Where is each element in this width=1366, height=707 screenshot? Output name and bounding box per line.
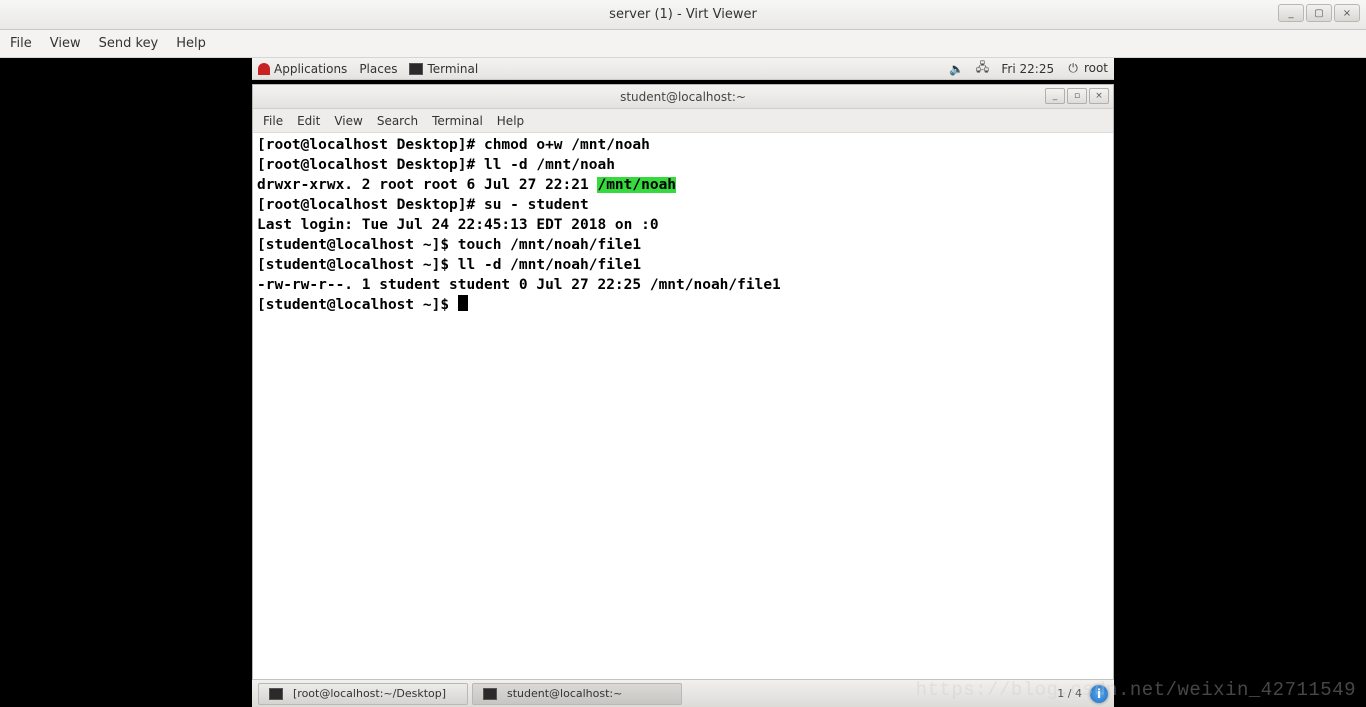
terminal-minimize-button[interactable]: _	[1045, 88, 1065, 104]
terminal-line: Last login: Tue Jul 24 22:45:13 EDT 2018…	[257, 217, 659, 233]
close-button[interactable]: ×	[1334, 4, 1360, 22]
terminal-menu-file[interactable]: File	[263, 114, 283, 128]
terminal-window-controls: _ ▫ ×	[1045, 88, 1109, 104]
virt-viewer-menubar: File View Send key Help	[0, 30, 1366, 58]
virt-viewer-titlebar: server (1) - Virt Viewer	[0, 0, 1366, 30]
network-icon[interactable]: 🖧	[975, 58, 989, 79]
terminal-menu-help[interactable]: Help	[497, 114, 524, 128]
terminal-menu-terminal[interactable]: Terminal	[432, 114, 483, 128]
power-icon: ⏻	[1066, 61, 1080, 76]
virt-viewer-title: server (1) - Virt Viewer	[609, 7, 757, 22]
gnome-taskbar: [root@localhost:~/Desktop] student@local…	[252, 679, 1114, 707]
terminal-output[interactable]: [root@localhost Desktop]# chmod o+w /mnt…	[253, 133, 1113, 693]
terminal-icon	[483, 688, 497, 700]
taskbar-item-label: [root@localhost:~/Desktop]	[293, 687, 446, 700]
guest-desktop: Applications Places Terminal 🔈 🖧 Fri 22:…	[252, 58, 1114, 707]
terminal-maximize-button[interactable]: ▫	[1067, 88, 1087, 104]
active-app-indicator[interactable]: Terminal	[409, 62, 478, 76]
terminal-titlebar[interactable]: student@localhost:~ _ ▫ ×	[253, 85, 1113, 109]
terminal-prompt: [student@localhost ~]$	[257, 297, 458, 313]
terminal-icon	[269, 688, 283, 700]
taskbar-item-student-terminal[interactable]: student@localhost:~	[472, 683, 682, 705]
menu-send-key[interactable]: Send key	[99, 36, 159, 51]
terminal-menubar: File Edit View Search Terminal Help	[253, 109, 1113, 133]
redhat-icon	[258, 63, 270, 75]
terminal-title: student@localhost:~	[620, 90, 746, 104]
taskbar-item-label: student@localhost:~	[507, 687, 622, 700]
highlighted-path: /mnt/noah	[597, 177, 676, 193]
terminal-line: [student@localhost ~]$ touch /mnt/noah/f…	[257, 237, 641, 253]
terminal-line: [student@localhost ~]$ ll -d /mnt/noah/f…	[257, 257, 641, 273]
menu-view[interactable]: View	[50, 36, 81, 51]
info-icon[interactable]: i	[1090, 685, 1108, 703]
workspace-label: 1 / 4	[1057, 687, 1082, 700]
terminal-line: [root@localhost Desktop]# chmod o+w /mnt…	[257, 137, 650, 153]
cursor-icon	[458, 295, 468, 311]
terminal-close-button[interactable]: ×	[1089, 88, 1109, 104]
menu-file[interactable]: File	[10, 36, 32, 51]
workspace-switcher[interactable]: 1 / 4 i	[1057, 685, 1108, 703]
taskbar-item-root-terminal[interactable]: [root@localhost:~/Desktop]	[258, 683, 468, 705]
terminal-window: student@localhost:~ _ ▫ × File Edit View…	[252, 84, 1114, 694]
terminal-line: [root@localhost Desktop]# ll -d /mnt/noa…	[257, 157, 615, 173]
terminal-menu-view[interactable]: View	[334, 114, 362, 128]
virt-viewer-window-controls: _ ▢ ×	[1278, 4, 1360, 22]
gnome-topbar: Applications Places Terminal 🔈 🖧 Fri 22:…	[252, 58, 1114, 80]
volume-icon[interactable]: 🔈	[949, 62, 963, 76]
terminal-menu-search[interactable]: Search	[377, 114, 418, 128]
terminal-line: drwxr-xrwx. 2 root root 6 Jul 27 22:21	[257, 177, 597, 193]
terminal-menu-edit[interactable]: Edit	[297, 114, 320, 128]
minimize-button[interactable]: _	[1278, 4, 1304, 22]
terminal-line: -rw-rw-r--. 1 student student 0 Jul 27 2…	[257, 277, 781, 293]
clock[interactable]: Fri 22:25	[1001, 62, 1054, 76]
maximize-button[interactable]: ▢	[1306, 4, 1332, 22]
terminal-icon	[409, 63, 423, 75]
menu-help[interactable]: Help	[176, 36, 206, 51]
applications-menu[interactable]: Applications	[258, 62, 347, 76]
places-menu[interactable]: Places	[359, 62, 397, 76]
terminal-line: [root@localhost Desktop]# su - student	[257, 197, 589, 213]
user-menu[interactable]: ⏻ root	[1066, 61, 1108, 76]
